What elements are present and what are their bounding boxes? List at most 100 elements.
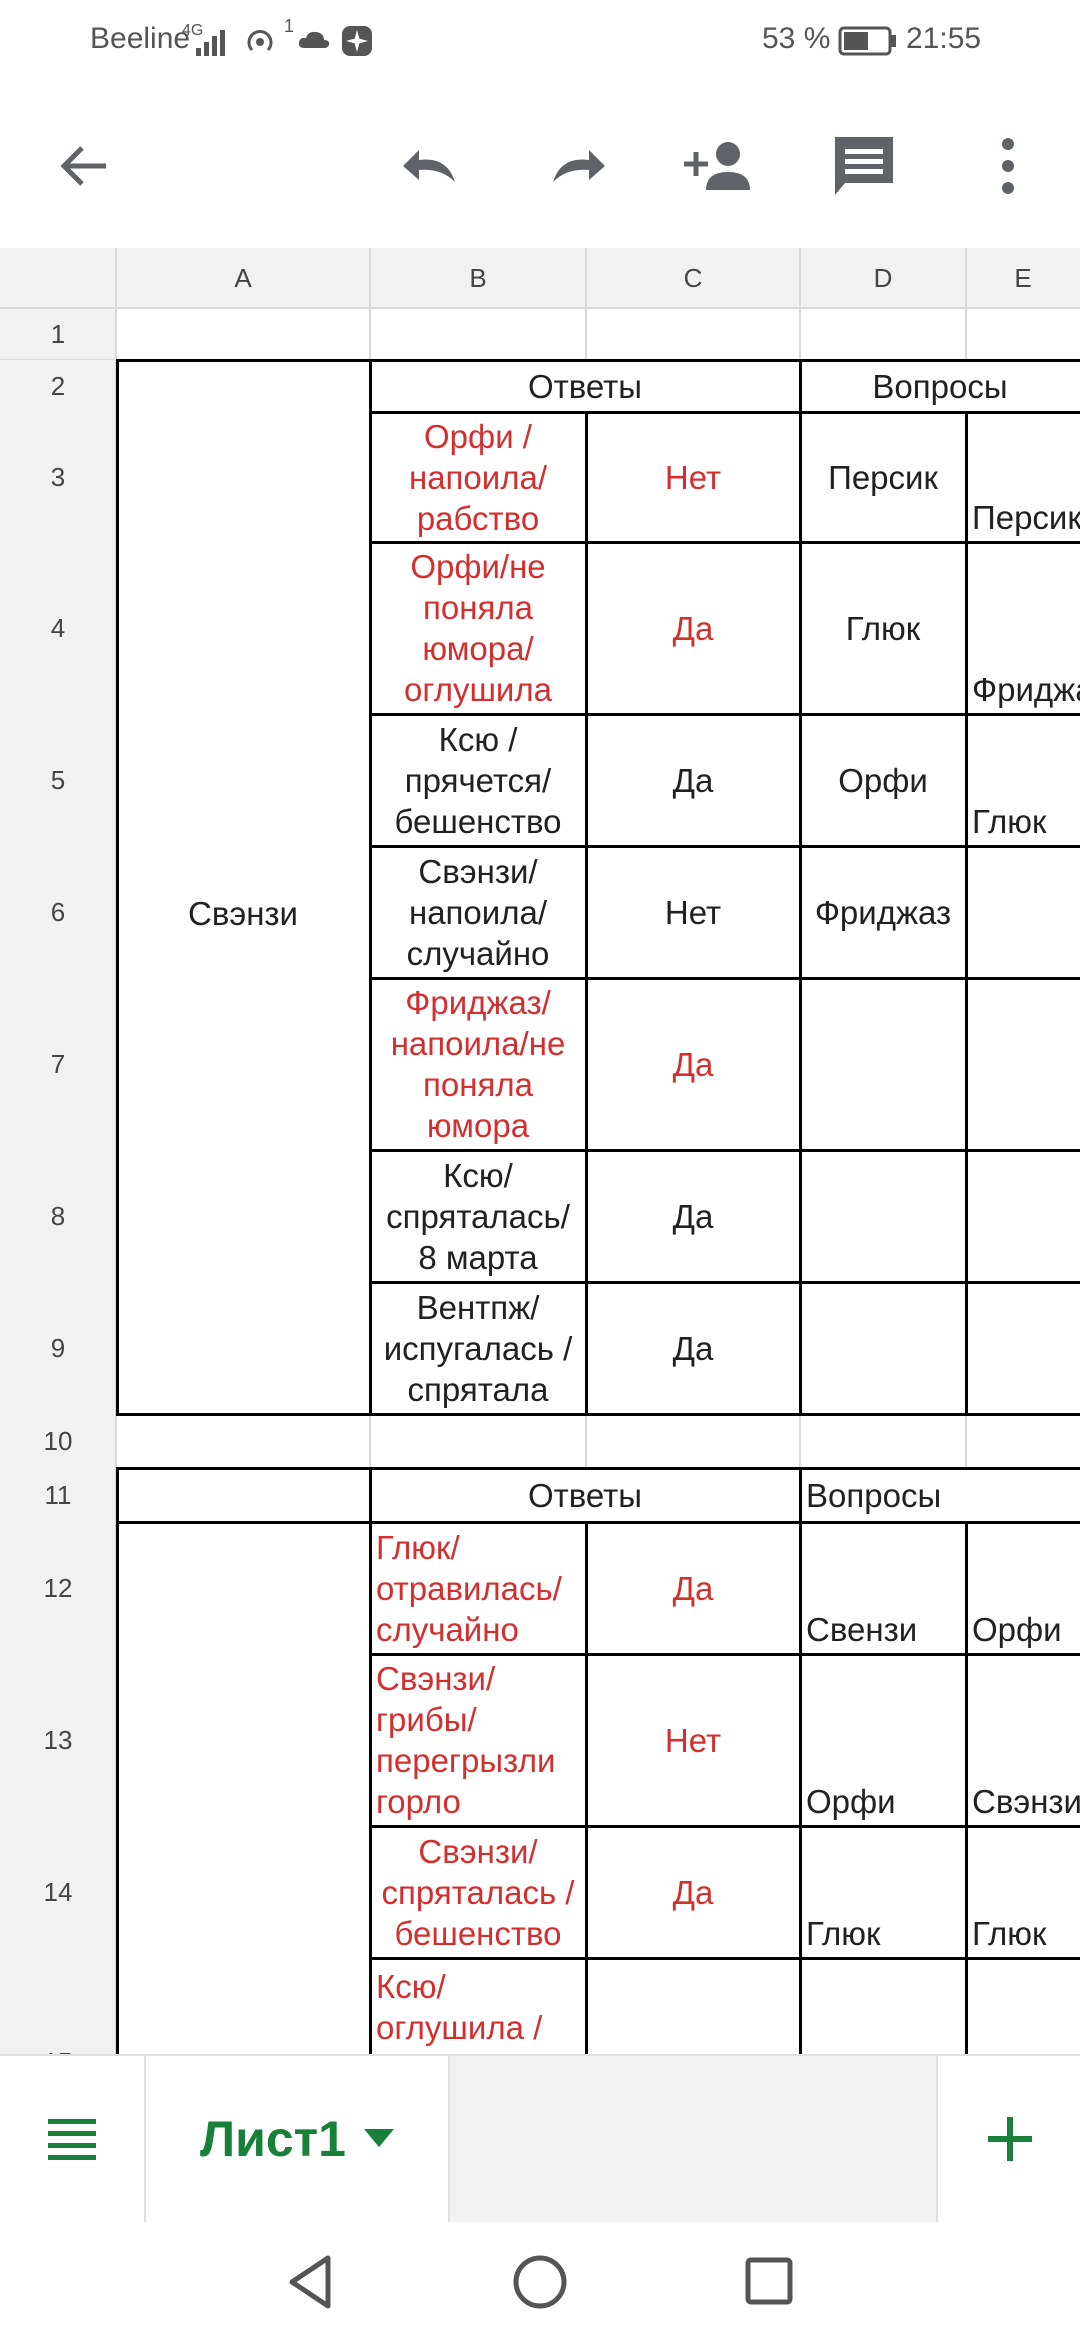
arrow-left-icon	[60, 146, 106, 186]
cell-c4[interactable]: Да	[586, 542, 800, 714]
more-options-button[interactable]	[966, 124, 1050, 208]
signal-icon	[196, 30, 225, 56]
cell-d6[interactable]: Фриджаз	[800, 846, 966, 978]
row-header-14[interactable]: 14	[0, 1826, 116, 1958]
row-header-9[interactable]: 9	[0, 1282, 116, 1414]
questions-header-1[interactable]: Вопросы	[800, 360, 1080, 412]
cell-d12[interactable]: Свензи	[800, 1522, 966, 1654]
sheet-tab-active[interactable]: Лист1	[146, 2056, 450, 2222]
questions-header-2[interactable]: Вопросы	[800, 1468, 1080, 1522]
nav-home-icon[interactable]	[512, 2254, 568, 2310]
cell-b4[interactable]: Орфи/не поняла юмора/ оглушила	[370, 542, 586, 714]
cell-c15[interactable]: Да	[586, 1958, 800, 2054]
undo-button[interactable]	[390, 124, 474, 208]
cell-c3[interactable]: Нет	[586, 412, 800, 542]
share-button[interactable]	[678, 124, 762, 208]
cell-e8[interactable]	[966, 1150, 1080, 1282]
row-header-6[interactable]: 6	[0, 846, 116, 978]
cell-c14[interactable]: Да	[586, 1826, 800, 1958]
hotspot-count: 1	[284, 16, 295, 36]
nav-back-icon[interactable]	[286, 2254, 334, 2310]
cell-b15[interactable]: Ксю/ оглушила /	[370, 1958, 586, 2054]
column-header-b[interactable]: B	[370, 248, 586, 308]
cell-d14[interactable]: Глюк	[800, 1826, 966, 1958]
cell-c5[interactable]: Да	[586, 714, 800, 846]
comment-button[interactable]	[822, 124, 906, 208]
cell-a3-merged[interactable]: Свэнзи	[116, 412, 370, 1414]
caret-down-icon[interactable]	[363, 2129, 394, 2149]
cell-e3[interactable]: Персик	[966, 412, 1080, 542]
cell-b5[interactable]: Ксю / прячется/ бешенство	[370, 714, 586, 846]
cell-d7[interactable]	[800, 978, 966, 1150]
cell-c8[interactable]: Да	[586, 1150, 800, 1282]
column-header-e[interactable]: E	[966, 248, 1080, 308]
row-header-7[interactable]: 7	[0, 978, 116, 1150]
cloud-icon	[298, 31, 330, 48]
cell-e12[interactable]: Орфи	[966, 1522, 1080, 1654]
redo-button[interactable]	[534, 124, 618, 208]
sheet-tab-label: Лист1	[200, 2111, 346, 2167]
cell-c7[interactable]: Да	[586, 978, 800, 1150]
cell-d13[interactable]: Орфи	[800, 1654, 966, 1826]
person-add-icon	[684, 142, 750, 190]
cell-d8[interactable]	[800, 1150, 966, 1282]
answers-header-1[interactable]: Ответы	[370, 360, 800, 412]
cell-d15[interactable]	[800, 1958, 966, 2054]
cell-e9[interactable]	[966, 1282, 1080, 1414]
row-header-12[interactable]: 12	[0, 1522, 116, 1654]
row-header-2[interactable]: 2	[0, 360, 116, 412]
row-header-15[interactable]: 15	[0, 1958, 116, 2054]
column-header-c[interactable]: C	[586, 248, 800, 308]
row-header-1[interactable]: 1	[0, 308, 116, 360]
cell-d9[interactable]	[800, 1282, 966, 1414]
cell-c9[interactable]: Да	[586, 1282, 800, 1414]
spreadsheet-grid[interactable]: A B C D E 1 2 3 4 5 6 7 8 9 10 11 12 13 …	[0, 248, 1080, 2054]
cell-d4[interactable]: Глюк	[800, 542, 966, 714]
cell-c12[interactable]: Да	[586, 1522, 800, 1654]
row-header-8[interactable]: 8	[0, 1150, 116, 1282]
cell-e13[interactable]: Свэнзи	[966, 1654, 1080, 1826]
status-bar: Beeline 4G 1 53 % 21:55	[0, 0, 1080, 84]
cell-b14[interactable]: Свэнзи/ спряталась / бешенство	[370, 1826, 586, 1958]
redo-icon	[553, 150, 605, 182]
system-nav-bar	[0, 2222, 1080, 2340]
add-sheet-button[interactable]	[936, 2056, 1080, 2222]
cell-e4[interactable]: Фриджаз	[966, 542, 1080, 714]
row-header-5[interactable]: 5	[0, 714, 116, 846]
cell-e7[interactable]	[966, 978, 1080, 1150]
app-notification-icon	[342, 26, 372, 56]
cell-e5[interactable]: Глюк	[966, 714, 1080, 846]
row-header-13[interactable]: 13	[0, 1654, 116, 1826]
column-header-d[interactable]: D	[800, 248, 966, 308]
cell-b7[interactable]: Фриджаз/ напоила/не поняла юмора	[370, 978, 586, 1150]
undo-icon	[403, 150, 455, 182]
answers-header-2[interactable]: Ответы	[370, 1468, 800, 1522]
cell-e6[interactable]	[966, 846, 1080, 978]
cell-b3[interactable]: Орфи / напоила/ рабство	[370, 412, 586, 542]
column-header-a[interactable]: A	[116, 248, 370, 308]
cell-a12-merged[interactable]	[116, 1522, 370, 2054]
cell-b12[interactable]: Глюк/ отравилась/ случайно	[370, 1522, 586, 1654]
cell-d5[interactable]: Орфи	[800, 714, 966, 846]
row-header-11[interactable]: 11	[0, 1468, 116, 1522]
cell-b9[interactable]: Вентпж/ испугалась / спрятала	[370, 1282, 586, 1414]
cell-c6[interactable]: Нет	[586, 846, 800, 978]
nav-recents-icon[interactable]	[744, 2256, 794, 2306]
row-header-4[interactable]: 4	[0, 542, 116, 714]
sheets-list-button[interactable]	[0, 2056, 146, 2222]
cell-d3[interactable]: Персик	[800, 412, 966, 542]
cell-e15[interactable]	[966, 1958, 1080, 2054]
cell-b13[interactable]: Свэнзи/ грибы/ перегрызли горло	[370, 1654, 586, 1826]
cell-c13[interactable]: Нет	[586, 1654, 800, 1826]
cell-b8[interactable]: Ксю/ спряталась/ 8 марта	[370, 1150, 586, 1282]
toolbar	[0, 84, 1080, 248]
more-vert-icon	[1002, 138, 1014, 194]
cell-e14[interactable]: Глюк	[966, 1826, 1080, 1958]
carrier-label: Beeline	[90, 22, 191, 55]
cell-b6[interactable]: Свэнзи/ напоила/ случайно	[370, 846, 586, 978]
row-header-10[interactable]: 10	[0, 1414, 116, 1468]
clock: 21:55	[906, 22, 982, 55]
select-all-corner[interactable]	[0, 248, 116, 308]
row-header-3[interactable]: 3	[0, 412, 116, 542]
back-button[interactable]	[42, 124, 126, 208]
